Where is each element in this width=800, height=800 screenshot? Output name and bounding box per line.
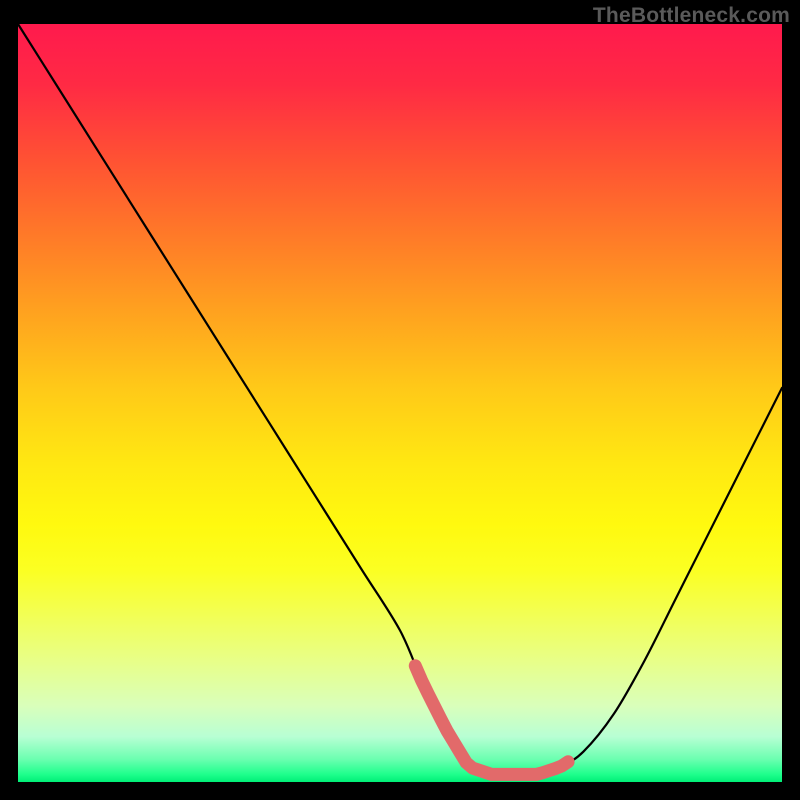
optimal-highlight-path <box>415 666 568 775</box>
chart-root: TheBottleneck.com <box>0 0 800 800</box>
plot-area <box>18 24 782 782</box>
curve-layer <box>18 24 782 782</box>
bottleneck-curve-path <box>18 24 782 775</box>
